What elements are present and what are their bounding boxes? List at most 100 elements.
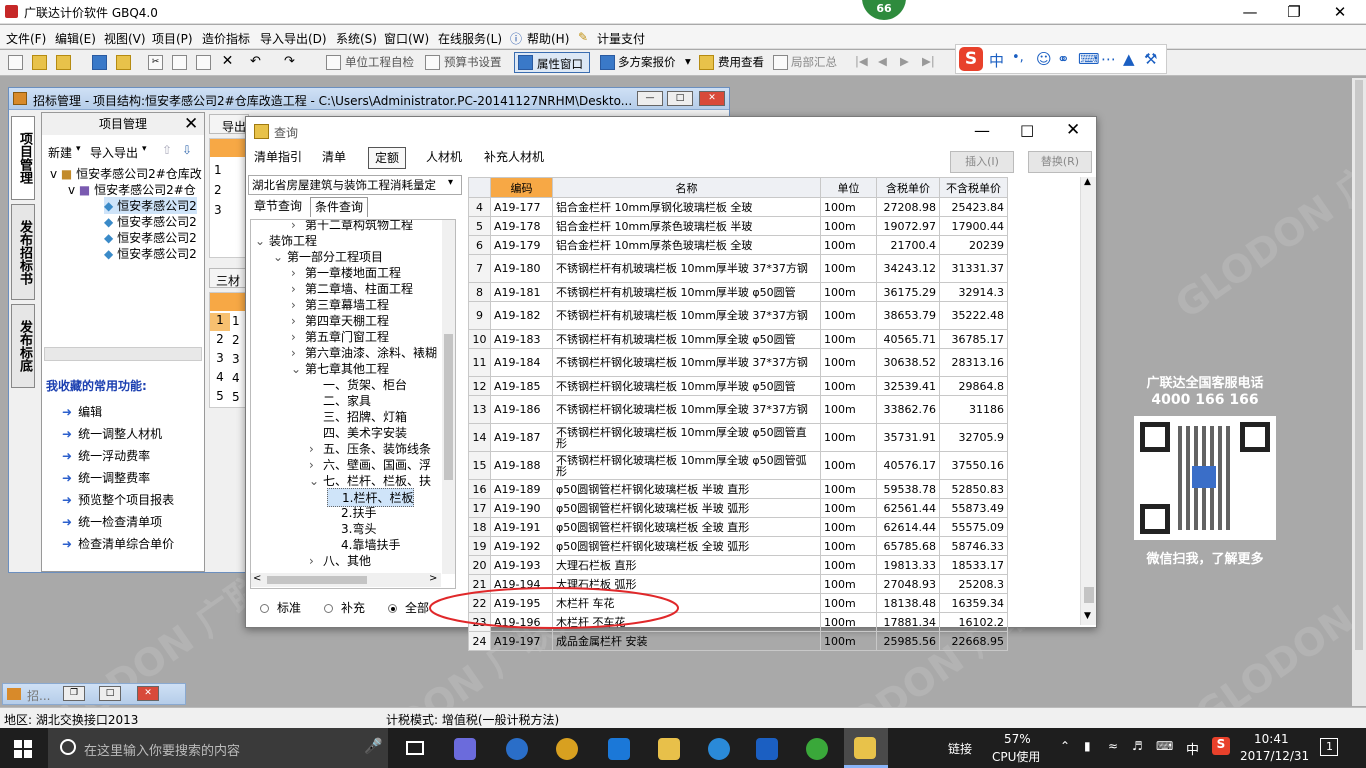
chapter-tree-item[interactable]: ⌄ 第七章其他工程 bbox=[291, 360, 389, 377]
cell-price-notax[interactable]: 16359.34 bbox=[939, 593, 1008, 613]
app-icon-8[interactable] bbox=[806, 738, 828, 760]
chapter-tree-item[interactable]: › 第十二章构筑物工程 bbox=[291, 220, 413, 233]
cell-price-notax[interactable]: 16102.2 bbox=[939, 612, 1008, 632]
collapse-icon[interactable]: › bbox=[291, 266, 305, 280]
keyboard-icon[interactable]: ⌨ bbox=[1078, 50, 1100, 68]
self-check-button[interactable]: 单位工程自检 bbox=[345, 54, 414, 70]
table-row[interactable]: 7 A19-180 不锈钢栏杆有机玻璃栏板 10mm厚半玻 37*37方钢 100m 3… bbox=[468, 254, 1008, 283]
cell-price-notax[interactable]: 22668.95 bbox=[939, 631, 1008, 651]
pay-icon[interactable]: ✎ bbox=[578, 30, 588, 44]
tree-item-single[interactable]: v ■ 恒安孝感公司2#仓 bbox=[68, 181, 196, 198]
cell-rownum[interactable]: 20 bbox=[468, 555, 491, 575]
cell-unit[interactable]: 100m bbox=[820, 498, 877, 518]
ie-icon[interactable] bbox=[708, 738, 730, 760]
cell-name[interactable]: 不锈钢栏杆钢化玻璃栏板 10mm厚半玻 37*37方钢 bbox=[552, 348, 821, 377]
cell-unit[interactable]: 100m bbox=[820, 517, 877, 537]
cell-price-tax[interactable]: 17881.34 bbox=[876, 612, 940, 632]
cell-rownum[interactable]: 7 bbox=[468, 254, 491, 283]
tray-expand-icon[interactable]: ⌃ bbox=[1060, 739, 1070, 753]
cut-icon[interactable]: ✂ bbox=[148, 55, 163, 70]
chapter-tree-item[interactable]: › 第六章油漆、涂料、裱糊 bbox=[291, 344, 437, 361]
cell-price-tax[interactable]: 59538.78 bbox=[876, 479, 940, 499]
file-explorer-icon[interactable] bbox=[658, 738, 680, 760]
cell-name[interactable]: φ50圆钢管栏杆钢化玻璃栏板 半玻 直形 bbox=[552, 479, 821, 499]
import-export-button[interactable]: 导入导出 bbox=[90, 144, 138, 161]
cell-code[interactable]: A19-182 bbox=[490, 301, 553, 330]
cell-unit[interactable]: 100m bbox=[820, 329, 877, 349]
active-app-slot[interactable] bbox=[844, 728, 888, 768]
scroll-down-icon[interactable]: ▼ bbox=[1084, 611, 1091, 621]
table-row[interactable]: 15 A19-188 不锈钢栏杆钢化玻璃栏板 10mm厚全玻 φ50圆管弧形 100m… bbox=[468, 451, 1008, 480]
redo-icon[interactable]: ↷ bbox=[282, 55, 297, 70]
chapter-tree-item[interactable]: › 第三章幕墙工程 bbox=[291, 296, 389, 313]
cell-unit[interactable]: 100m bbox=[820, 555, 877, 575]
grid-vscrollbar[interactable]: ▲ ▼ bbox=[1080, 177, 1096, 625]
paste-icon[interactable] bbox=[196, 55, 211, 70]
self-check-icon[interactable] bbox=[326, 55, 341, 70]
tab-list[interactable]: 清单 bbox=[316, 147, 352, 169]
panel-close-icon[interactable]: ✕ bbox=[184, 114, 198, 134]
cell-price-notax[interactable]: 31186 bbox=[939, 395, 1008, 424]
menu-cost-index[interactable]: 造价指标 bbox=[202, 30, 250, 47]
restore-icon[interactable]: ❐ bbox=[1272, 2, 1316, 22]
chapter-tree-item[interactable]: ⌄ 第一部分工程项目 bbox=[273, 248, 383, 265]
cell-rownum[interactable]: 15 bbox=[468, 451, 491, 480]
cell-code[interactable]: A19-177 bbox=[490, 197, 553, 217]
table-row[interactable]: 9 A19-182 不锈钢栏杆有机玻璃栏板 10mm厚全玻 37*37方钢 100m 3… bbox=[468, 301, 1008, 330]
network-icon[interactable]: ≈ bbox=[1108, 739, 1118, 753]
tree-item-root[interactable]: v ■ 恒安孝感公司2#仓库改 bbox=[50, 165, 202, 182]
table-row[interactable]: 12 A19-185 不锈钢栏杆钢化玻璃栏板 10mm厚半玻 φ50圆管 100m 32… bbox=[468, 376, 1008, 396]
tab-quota[interactable]: 定额 bbox=[368, 147, 407, 169]
cell-name[interactable]: 不锈钢栏杆有机玻璃栏板 10mm厚半玻 φ50圆管 bbox=[552, 282, 821, 302]
maximize-icon[interactable]: □ bbox=[99, 686, 121, 701]
cell-price-notax[interactable]: 32914.3 bbox=[939, 282, 1008, 302]
voice-icon[interactable]: ⚭ bbox=[1057, 50, 1070, 68]
local-summary-checkbox[interactable] bbox=[773, 55, 788, 70]
cell-price-notax[interactable]: 18533.17 bbox=[939, 555, 1008, 575]
windows-start-icon[interactable] bbox=[14, 740, 32, 758]
sogou-tray-icon[interactable]: S bbox=[1212, 737, 1230, 755]
notification-badge[interactable]: 66 bbox=[862, 0, 906, 20]
chapter-tree-item[interactable]: › 八、其他 bbox=[309, 552, 371, 569]
cell-name[interactable]: 大理石栏板 直形 bbox=[552, 555, 821, 575]
fav-float-rate[interactable]: ➜ 统一浮动费率 bbox=[62, 447, 150, 464]
radio-standard[interactable]: 标准 bbox=[260, 599, 301, 616]
cell-code[interactable]: A19-189 bbox=[490, 479, 553, 499]
header-name[interactable]: 名称 bbox=[552, 177, 821, 198]
cell-rownum[interactable]: 8 bbox=[468, 282, 491, 302]
mdi-maximize-icon[interactable]: □ bbox=[667, 91, 693, 106]
new-button[interactable]: 新建 bbox=[48, 144, 72, 161]
multi-quote-icon[interactable] bbox=[600, 55, 615, 70]
scroll-thumb[interactable] bbox=[1084, 587, 1094, 603]
tab-condition-query[interactable]: 条件查询 bbox=[310, 197, 369, 217]
table-row[interactable]: 19 A19-192 φ50圆钢管栏杆钢化玻璃栏板 全玻 弧形 100m 65785.6… bbox=[468, 536, 1008, 556]
cell-name[interactable]: 不锈钢栏杆有机玻璃栏板 10mm厚半玻 37*37方钢 bbox=[552, 254, 821, 283]
fav-adjust-materials[interactable]: ➜ 统一调整人材机 bbox=[62, 425, 162, 442]
cell-unit[interactable]: 100m bbox=[820, 197, 877, 217]
import-dropdown-icon[interactable]: ▾ bbox=[142, 144, 147, 154]
cell-code[interactable]: A19-185 bbox=[490, 376, 553, 396]
tab-materials[interactable]: 人材机 bbox=[420, 147, 468, 169]
cell-unit[interactable]: 100m bbox=[820, 479, 877, 499]
cell-code[interactable]: A19-184 bbox=[490, 348, 553, 377]
collapse-icon[interactable]: › bbox=[291, 346, 305, 360]
menu-file[interactable]: 文件(F) bbox=[6, 30, 46, 47]
cell-price-notax[interactable]: 37550.16 bbox=[939, 451, 1008, 480]
collapse-icon[interactable]: › bbox=[291, 282, 305, 296]
cell-rownum[interactable]: 19 bbox=[468, 536, 491, 556]
table-row[interactable]: 10 A19-183 不锈钢栏杆有机玻璃栏板 10mm厚全玻 φ50圆管 100m 40… bbox=[468, 329, 1008, 349]
minimized-window[interactable]: 招... ❐ □ ✕ bbox=[2, 683, 186, 705]
cell-price-tax[interactable]: 25985.56 bbox=[876, 631, 940, 651]
cell-code[interactable]: A19-187 bbox=[490, 423, 553, 452]
cell-name[interactable]: 铝合金栏杆 10mm厚茶色玻璃栏板 全玻 bbox=[552, 235, 821, 255]
cell-unit[interactable]: 100m bbox=[820, 574, 877, 594]
cell-rownum[interactable]: 18 bbox=[468, 517, 491, 537]
cell-price-tax[interactable]: 62614.44 bbox=[876, 517, 940, 537]
wrench-icon[interactable]: ⚒ bbox=[1144, 50, 1157, 68]
tray-link[interactable]: 链接 bbox=[948, 740, 972, 757]
table-row[interactable]: 18 A19-191 φ50圆钢管栏杆钢化玻璃栏板 全玻 直形 100m 62614.4… bbox=[468, 517, 1008, 537]
move-up-icon[interactable]: ⇧ bbox=[162, 143, 172, 157]
cell-unit[interactable]: 100m bbox=[820, 593, 877, 613]
dialog-minimize-icon[interactable]: — bbox=[974, 121, 990, 140]
cell-price-tax[interactable]: 32539.41 bbox=[876, 376, 940, 396]
